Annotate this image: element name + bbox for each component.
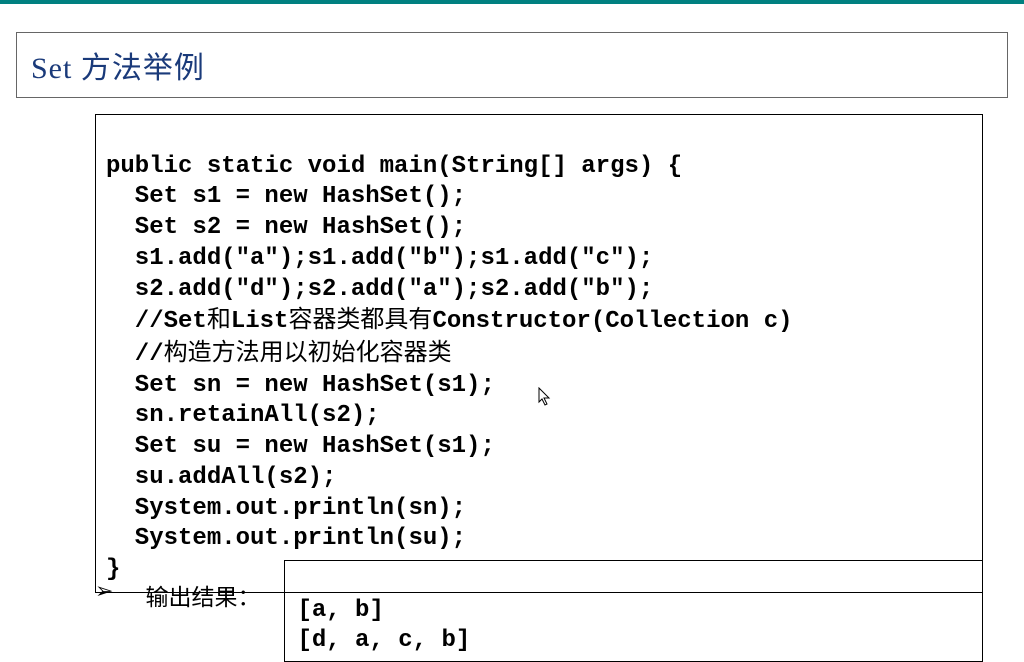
title-box: Set 方法举例	[16, 32, 1008, 98]
code-block: public static void main(String[] args) {…	[95, 114, 983, 593]
code-line: Set s2 = new HashSet();	[106, 214, 466, 241]
code-line: s2.add("d");s2.add("a");s2.add("b");	[106, 276, 653, 303]
code-line: sn.retainAll(s2);	[106, 402, 380, 429]
code-line: System.out.println(sn);	[106, 495, 466, 522]
code-line: System.out.println(su);	[106, 525, 466, 552]
output-line: [d, a, c, b]	[297, 627, 470, 654]
output-section: ➢ 输出结果： [a, b] [d, a, c, b]	[95, 560, 983, 662]
code-line: su.addAll(s2);	[106, 464, 336, 491]
code-line: public static void main(String[] args) {	[106, 153, 682, 180]
code-line: Set s1 = new HashSet();	[106, 183, 466, 210]
code-line: s1.add("a");s1.add("b");s1.add("c");	[106, 245, 653, 272]
bullet-icon: ➢	[95, 578, 113, 604]
output-label: 输出结果：	[145, 578, 260, 612]
code-line: Set su = new HashSet(s1);	[106, 433, 495, 460]
page-title: Set 方法举例	[31, 43, 205, 87]
code-line: Set sn = new HashSet(s1);	[106, 372, 495, 399]
code-line: //构造方法用以初始化容器类	[106, 341, 452, 368]
code-line: //Set和List容器类都具有Constructor(Collection c…	[106, 308, 793, 335]
output-line: [a, b]	[297, 597, 383, 624]
output-box: [a, b] [d, a, c, b]	[284, 560, 983, 662]
